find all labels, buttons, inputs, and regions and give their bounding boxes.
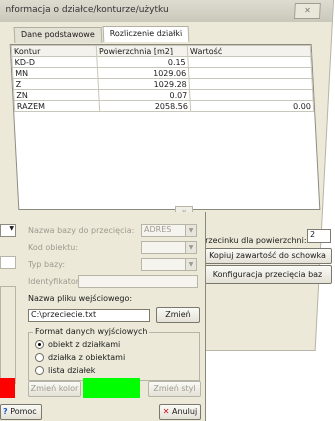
cell-kontur: ZN bbox=[13, 89, 100, 101]
input-file-field[interactable]: C:\przeciecie.txt bbox=[28, 309, 150, 322]
cell-wartosc bbox=[188, 67, 312, 79]
input-file-label: Nazwa pliku wejściowego: bbox=[28, 294, 133, 303]
identifier-label: Identyfikator: bbox=[28, 277, 82, 286]
cell-powierzchnia: 2058.56 bbox=[99, 100, 191, 112]
change-file-button[interactable]: Zmień bbox=[156, 307, 200, 323]
info-window-title: nformacja o działce/konturze/użytku bbox=[5, 5, 169, 15]
identifier-field[interactable] bbox=[78, 275, 198, 288]
cancel-button[interactable]: ✕ Anuluj bbox=[159, 404, 201, 420]
col-header-wartosc[interactable]: Wartość bbox=[187, 45, 311, 57]
radio-on-icon bbox=[35, 340, 44, 349]
base-name-dropdown[interactable]: ADRES ▼ bbox=[141, 224, 197, 237]
precision-label: przecinku dla powierzchni: bbox=[200, 236, 307, 245]
base-type-label: Typ bazy: bbox=[28, 260, 66, 269]
output-format-title: Format danych wyjściowych bbox=[33, 327, 150, 336]
radio-label: działka z obiektami bbox=[48, 353, 126, 362]
cell-kontur: KD-D bbox=[11, 56, 98, 68]
base-name-value: ADRES bbox=[144, 225, 172, 234]
col-header-powierzchnia[interactable]: Powierzchnia [m2] bbox=[96, 45, 188, 57]
tab-rozliczenie-dzialki[interactable]: Rozliczenie działki bbox=[102, 26, 190, 42]
base-type-dropdown[interactable]: ▼ bbox=[141, 258, 197, 271]
chevron-down-icon: ▼ bbox=[9, 225, 14, 232]
radio-off-icon bbox=[35, 353, 44, 362]
left-dropdown[interactable]: ▼ bbox=[0, 224, 16, 237]
object-code-label: Kod obiektu: bbox=[28, 243, 79, 252]
cell-kontur: Z bbox=[12, 78, 99, 90]
cancel-x-icon: ✕ bbox=[162, 407, 170, 416]
left-panel bbox=[0, 286, 16, 384]
chevron-down-icon: ▼ bbox=[185, 259, 196, 270]
area-grid: Kontur Powierzchnia [m2] Wartość KD-D 0.… bbox=[9, 44, 321, 210]
precision-input[interactable]: 2 bbox=[307, 229, 331, 243]
change-color-button[interactable]: Zmień kolor bbox=[28, 381, 81, 397]
chevron-down-icon: ▼ bbox=[185, 242, 196, 253]
cell-wartosc bbox=[187, 56, 312, 68]
chevron-down-icon: ▼ bbox=[185, 225, 196, 236]
change-style-button[interactable]: Zmień styl bbox=[148, 381, 201, 397]
cell-wartosc bbox=[189, 89, 314, 101]
radio-off-icon bbox=[35, 366, 44, 375]
close-icon[interactable]: ✕ bbox=[294, 3, 321, 19]
radio-dzialka-z-obiektami[interactable]: działka z obiektami bbox=[35, 353, 125, 362]
object-code-dropdown[interactable]: ▼ bbox=[141, 241, 197, 254]
help-button[interactable]: ? Pomoc bbox=[0, 404, 42, 420]
cell-wartosc: 0.00 bbox=[190, 100, 314, 112]
green-color-swatch[interactable] bbox=[83, 378, 140, 398]
table-row[interactable]: KD-D 0.15 bbox=[11, 56, 312, 68]
help-icon: ? bbox=[3, 407, 8, 416]
radio-obiekt-z-dzialkami[interactable]: obiekt z działkami bbox=[35, 340, 120, 349]
info-window-titlebar: nformacja o działce/konturze/użytku ✕ bbox=[0, 0, 334, 22]
table-row[interactable]: ZN 0.07 bbox=[13, 89, 314, 101]
help-button-label: Pomoc bbox=[10, 407, 37, 416]
configure-intersection-button[interactable]: Konfiguracja przecięcia baz bbox=[203, 265, 332, 284]
cell-powierzchnia: 0.15 bbox=[96, 56, 189, 68]
table-row[interactable]: Z 1029.28 bbox=[12, 78, 313, 90]
tab-dane-podstawowe[interactable]: Dane podstawowe bbox=[13, 27, 103, 43]
cell-powierzchnia: 1029.28 bbox=[97, 78, 190, 90]
cancel-button-label: Anuluj bbox=[172, 407, 198, 416]
output-format-group: Format danych wyjściowych obiekt z dział… bbox=[28, 327, 200, 381]
cell-kontur: MN bbox=[12, 67, 98, 79]
cell-powierzchnia: 0.07 bbox=[98, 89, 191, 101]
radio-label: obiekt z działkami bbox=[48, 340, 121, 349]
left-field[interactable] bbox=[0, 256, 16, 269]
table-row[interactable]: RAZEM 2058.56 0.00 bbox=[14, 100, 314, 112]
col-header-kontur[interactable]: Kontur bbox=[11, 45, 97, 57]
intersection-dialog: ▼ Nazwa bazy do przecięcia: ADRES ▼ Kod … bbox=[0, 212, 206, 421]
cell-powierzchnia: 1029.06 bbox=[97, 67, 189, 79]
cell-kontur: RAZEM bbox=[14, 100, 100, 112]
radio-label: lista działek bbox=[48, 366, 96, 375]
copy-to-clipboard-button[interactable]: Kopiuj zawartość do schowka bbox=[203, 248, 332, 264]
cell-wartosc bbox=[188, 78, 313, 90]
red-color-swatch[interactable] bbox=[0, 378, 15, 398]
table-row[interactable]: MN 1029.06 bbox=[12, 67, 312, 79]
base-name-label: Nazwa bazy do przecięcia: bbox=[28, 226, 135, 235]
radio-lista-dzialek[interactable]: lista działek bbox=[35, 366, 95, 375]
info-tabs: Dane podstawowe Rozliczenie działki bbox=[13, 26, 191, 43]
